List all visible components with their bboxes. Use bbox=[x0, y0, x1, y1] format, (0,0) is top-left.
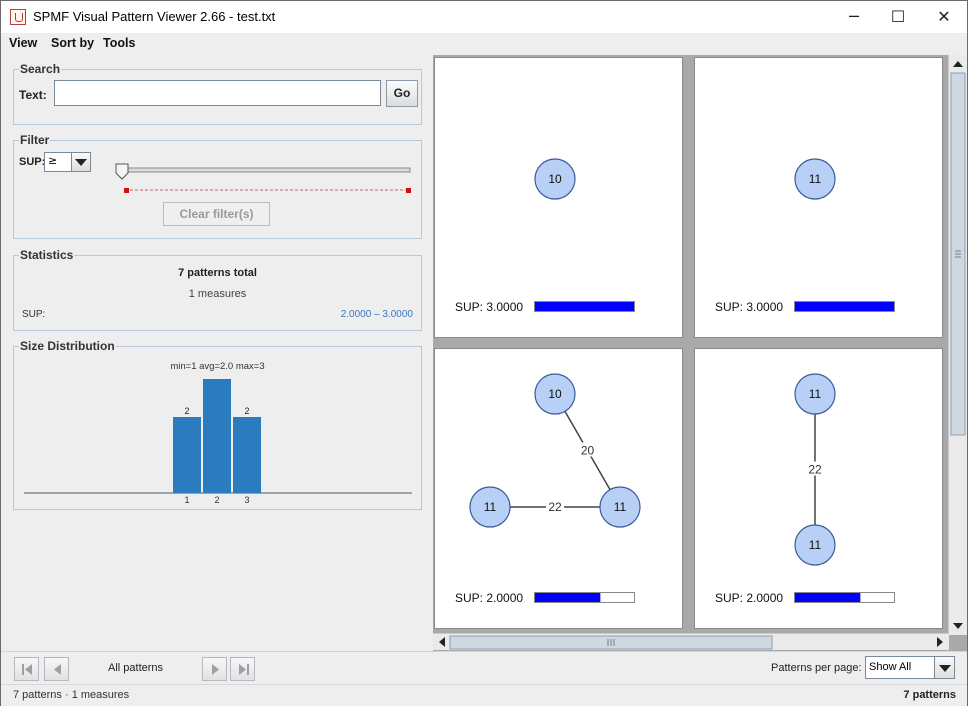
size-distribution-title: Size Distribution bbox=[19, 339, 116, 353]
status-bar: 7 patterns · 1 measures 7 patterns bbox=[1, 684, 967, 706]
edge-label: 22 bbox=[808, 463, 822, 477]
sup-bar-fill bbox=[535, 593, 601, 602]
chevron-down-icon bbox=[934, 657, 954, 678]
sup-bar-fill bbox=[535, 302, 634, 311]
node-label: 11 bbox=[809, 387, 822, 401]
node-label: 11 bbox=[809, 538, 822, 552]
pattern-card[interactable]: 10 SUP: 3.0000 bbox=[434, 57, 683, 338]
clear-filters-button[interactable]: Clear filter(s) bbox=[163, 202, 270, 226]
pagination-bar: All patterns Patterns per page: Show All bbox=[1, 651, 967, 684]
measures-count: 1 measures bbox=[188, 288, 247, 300]
patterns-total: 7 patterns total bbox=[178, 267, 257, 279]
pattern-card[interactable]: 11 SUP: 3.0000 bbox=[694, 57, 943, 338]
node-label: 10 bbox=[548, 172, 562, 186]
size-bar bbox=[203, 379, 231, 493]
search-title: Search bbox=[19, 62, 62, 76]
go-button[interactable]: Go bbox=[386, 80, 418, 107]
sup-bar-fill bbox=[795, 302, 894, 311]
sup-label: SUP: 2.0000 bbox=[715, 591, 783, 605]
scroll-right-icon[interactable] bbox=[937, 637, 943, 647]
app-window: SPMF Visual Pattern Viewer 2.66 - test.t… bbox=[0, 0, 968, 706]
window-title: SPMF Visual Pattern Viewer 2.66 - test.t… bbox=[33, 9, 276, 24]
search-text-label: Text: bbox=[19, 88, 47, 102]
filter-panel: Filter SUP: ≥ Clear filter(s) bbox=[13, 133, 422, 239]
stat-sup-label: SUP: bbox=[22, 309, 46, 320]
first-page-icon bbox=[22, 664, 32, 675]
title-bar: SPMF Visual Pattern Viewer 2.66 - test.t… bbox=[1, 1, 967, 33]
horizontal-scrollbar[interactable] bbox=[433, 633, 949, 650]
scroll-down-icon[interactable] bbox=[953, 623, 963, 629]
sup-bar-fill bbox=[795, 593, 861, 602]
stat-sup-range: 2.0000 – 3.0000 bbox=[340, 309, 413, 320]
pattern-card[interactable]: 20 22 10 11 11 SUP: 2.0000 bbox=[434, 348, 683, 629]
sup-label: SUP: 3.0000 bbox=[715, 300, 783, 314]
menu-bar: View Sort by Tools bbox=[1, 33, 967, 55]
menu-sort-by[interactable]: Sort by bbox=[51, 36, 94, 50]
scroll-left-icon[interactable] bbox=[439, 637, 445, 647]
size-category-label: 1 bbox=[184, 495, 189, 505]
node-label: 10 bbox=[548, 387, 562, 401]
node-label: 11 bbox=[484, 500, 497, 514]
statistics-title: Statistics bbox=[19, 248, 75, 262]
size-distribution-panel: Size Distribution min=1 avg=2.0 max=3 2 1… bbox=[13, 339, 422, 510]
next-page-icon bbox=[212, 664, 219, 675]
filter-title: Filter bbox=[19, 133, 51, 147]
last-page-icon bbox=[239, 664, 249, 675]
patterns-per-page-label: Patterns per page: bbox=[771, 662, 862, 674]
status-left: 7 patterns · 1 measures bbox=[13, 689, 130, 701]
size-distribution-chart: 2 1 2 2 3 bbox=[24, 379, 412, 505]
sup-label: SUP: 2.0000 bbox=[455, 591, 523, 605]
search-input[interactable] bbox=[54, 80, 381, 106]
close-button[interactable]: ✕ bbox=[921, 1, 967, 33]
patterns-per-page-value: Show All bbox=[869, 661, 912, 673]
size-bar bbox=[173, 417, 201, 493]
node-label: 11 bbox=[614, 500, 627, 514]
pattern-card[interactable]: 22 11 11 SUP: 2.0000 bbox=[694, 348, 943, 629]
maximize-button[interactable]: ☐ bbox=[875, 1, 921, 33]
edge-label: 20 bbox=[581, 444, 595, 458]
previous-page-icon bbox=[54, 664, 61, 675]
previous-page-button[interactable] bbox=[44, 657, 69, 681]
slider-thumb[interactable] bbox=[115, 163, 129, 180]
size-bar-value: 2 bbox=[184, 406, 189, 416]
edge-label: 22 bbox=[548, 500, 562, 514]
status-right: 7 patterns bbox=[903, 689, 956, 701]
patterns-per-page-select[interactable]: Show All bbox=[865, 656, 955, 679]
statistics-panel: Statistics 7 patterns total 1 measures S… bbox=[13, 248, 422, 331]
sup-label: SUP: 3.0000 bbox=[455, 300, 523, 314]
size-summary: min=1 avg=2.0 max=3 bbox=[170, 361, 265, 372]
size-bar-value: 2 bbox=[244, 406, 249, 416]
size-bar bbox=[233, 417, 261, 493]
menu-view[interactable]: View bbox=[9, 36, 37, 50]
first-page-button[interactable] bbox=[14, 657, 39, 681]
node-label: 11 bbox=[809, 172, 822, 186]
java-app-icon bbox=[10, 9, 26, 25]
page-label: All patterns bbox=[108, 662, 164, 674]
search-panel: Search Text: Go bbox=[13, 62, 422, 125]
pattern-grid: 10 SUP: 3.0000 11 SUP: 3.0000 20 22 10 11 11 SU… bbox=[433, 55, 967, 651]
scroll-up-icon[interactable] bbox=[953, 61, 963, 67]
menu-tools[interactable]: Tools bbox=[103, 36, 135, 50]
last-page-button[interactable] bbox=[230, 657, 255, 681]
next-page-button[interactable] bbox=[202, 657, 227, 681]
size-category-label: 3 bbox=[244, 495, 249, 505]
size-category-label: 2 bbox=[214, 495, 219, 505]
minimize-button[interactable]: ─ bbox=[831, 1, 877, 33]
vertical-scrollbar[interactable] bbox=[948, 55, 967, 635]
